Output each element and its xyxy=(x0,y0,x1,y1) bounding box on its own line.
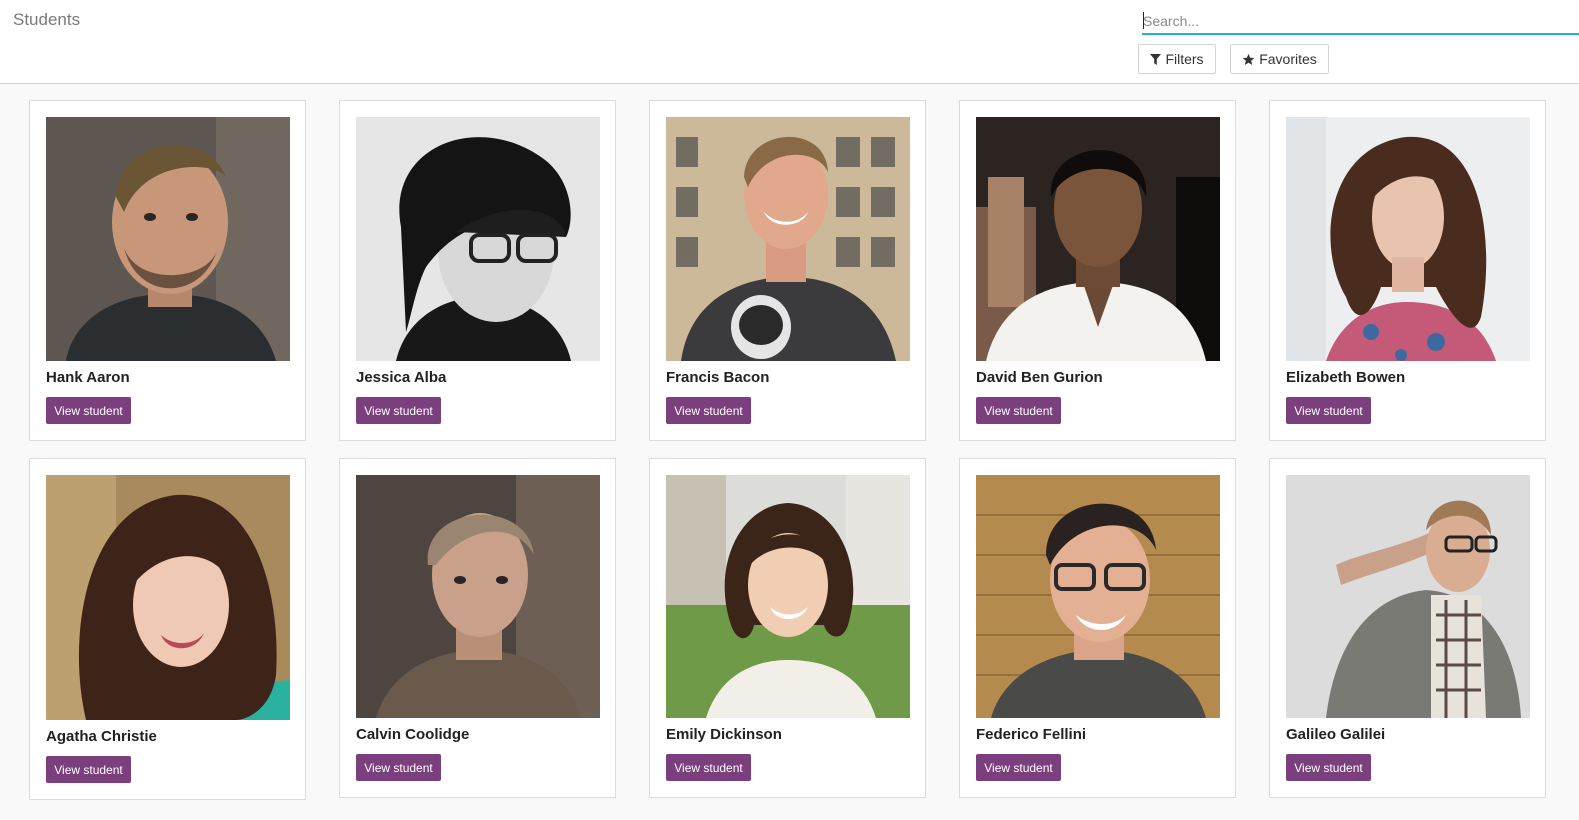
student-name: David Ben Gurion xyxy=(976,369,1103,386)
filter-icon xyxy=(1150,53,1162,65)
favorites-label: Favorites xyxy=(1259,51,1317,67)
photo-emily-dickinson[interactable] xyxy=(666,475,910,718)
view-student-button[interactable]: View student xyxy=(1286,754,1371,781)
student-name: Calvin Coolidge xyxy=(356,726,470,743)
view-student-button[interactable]: View student xyxy=(976,754,1061,781)
view-student-button[interactable]: View student xyxy=(356,397,441,424)
photo-david-ben-gurion[interactable] xyxy=(976,117,1220,361)
student-name: Agatha Christie xyxy=(46,728,157,745)
favorites-button[interactable]: Favorites xyxy=(1230,44,1329,74)
text-caret xyxy=(1143,12,1144,29)
photo-francis-bacon[interactable] xyxy=(666,117,910,361)
photo-galileo-galilei[interactable] xyxy=(1286,475,1530,718)
student-name: Federico Fellini xyxy=(976,726,1087,743)
student-name: Emily Dickinson xyxy=(666,726,782,743)
student-name: Jessica Alba xyxy=(356,369,447,386)
student-name: Hank Aaron xyxy=(46,369,130,386)
view-student-button[interactable]: View student xyxy=(666,754,751,781)
student-card[interactable]: Emily Dickinson View student xyxy=(649,458,926,798)
view-student-button[interactable]: View student xyxy=(1286,397,1371,424)
student-card[interactable]: Hank Aaron View student xyxy=(29,100,306,441)
student-name: Elizabeth Bowen xyxy=(1286,369,1406,386)
view-student-button[interactable]: View student xyxy=(356,754,441,781)
search-input[interactable] xyxy=(1142,11,1579,31)
search-box[interactable] xyxy=(1142,11,1579,35)
star-icon xyxy=(1242,53,1255,66)
student-card[interactable]: Federico Fellini View student xyxy=(959,458,1236,798)
student-card[interactable]: Galileo Galilei View student xyxy=(1269,458,1546,798)
photo-jessica-alba[interactable] xyxy=(356,117,600,361)
filters-button[interactable]: Filters xyxy=(1138,44,1216,74)
photo-hank-aaron[interactable] xyxy=(46,117,290,361)
student-card[interactable]: Calvin Coolidge View student xyxy=(339,458,616,798)
view-student-button[interactable]: View student xyxy=(46,397,131,424)
photo-elizabeth-bowen[interactable] xyxy=(1286,117,1530,361)
control-panel: Students Filters Favorites xyxy=(0,0,1579,84)
student-card[interactable]: Jessica Alba View student xyxy=(339,100,616,441)
student-card[interactable]: Agatha Christie View student xyxy=(29,458,306,800)
student-name: Galileo Galilei xyxy=(1286,726,1386,743)
student-card[interactable]: David Ben Gurion View student xyxy=(959,100,1236,441)
student-name: Francis Bacon xyxy=(666,369,770,386)
photo-federico-fellini[interactable] xyxy=(976,475,1220,718)
filters-label: Filters xyxy=(1165,51,1204,67)
photo-agatha-christie[interactable] xyxy=(46,475,290,720)
photo-calvin-coolidge[interactable] xyxy=(356,475,600,718)
view-student-button[interactable]: View student xyxy=(976,397,1061,424)
view-student-button[interactable]: View student xyxy=(46,756,131,783)
breadcrumb[interactable]: Students xyxy=(13,10,80,30)
student-card[interactable]: Francis Bacon View student xyxy=(649,100,926,441)
view-student-button[interactable]: View student xyxy=(666,397,751,424)
student-card[interactable]: Elizabeth Bowen View student xyxy=(1269,100,1546,441)
